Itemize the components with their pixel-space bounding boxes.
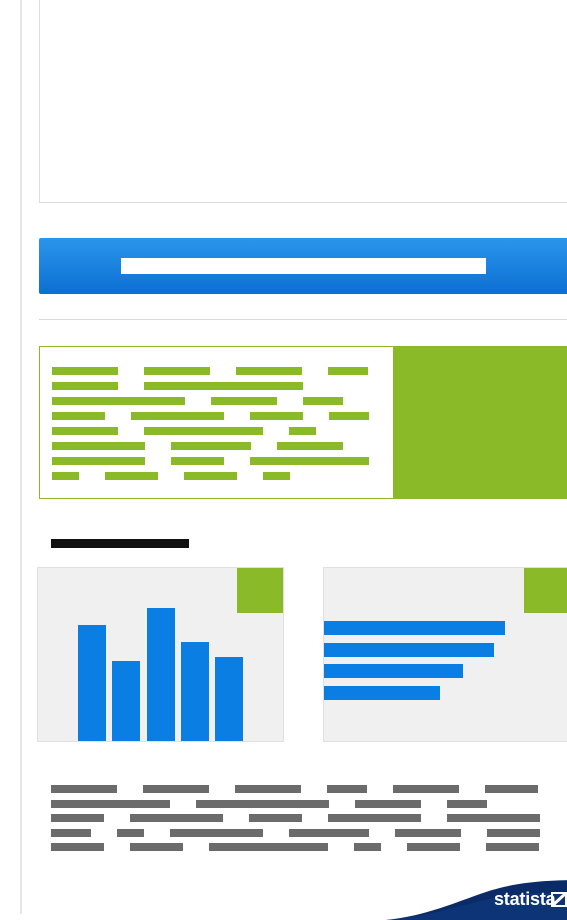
redacted-text-line: [51, 799, 170, 808]
redacted-text-line: [52, 442, 145, 450]
redacted-text-line: [263, 472, 290, 480]
redacted-text-line: [117, 828, 144, 837]
redacted-text-line: [289, 828, 369, 837]
chart-bar: [112, 661, 140, 741]
redacted-text-line: [144, 367, 210, 375]
chart-bar: [324, 686, 440, 700]
redacted-text-line: [447, 814, 540, 822]
redacted-text-line: [51, 785, 117, 793]
chart-card-horizontal[interactable]: [323, 567, 567, 742]
statista-logo-mark-icon: [551, 892, 567, 907]
section-heading: [51, 539, 189, 548]
redacted-text-line: [249, 814, 302, 822]
chart-card-vertical[interactable]: [37, 567, 284, 742]
redacted-text-line: [144, 427, 263, 435]
redacted-text-line: [209, 843, 328, 851]
chart-bar: [324, 621, 505, 635]
redacted-text-line: [328, 814, 421, 822]
chart-bar: [78, 625, 106, 741]
redacted-text-line: [393, 785, 459, 793]
redacted-text-line: [105, 472, 158, 480]
hero-image-frame: [39, 0, 567, 203]
chart-bar: [181, 642, 209, 741]
redacted-text-line: [235, 785, 301, 793]
redacted-text-line: [52, 412, 105, 420]
chart-bar: [215, 657, 243, 741]
section-divider: [39, 319, 567, 320]
page-left-rule: [20, 0, 22, 914]
cta-button-label: [121, 258, 486, 274]
redacted-text-line: [485, 785, 538, 793]
redacted-text-line: [486, 843, 539, 851]
redacted-text-line: [289, 427, 316, 435]
redacted-text-line: [51, 814, 104, 822]
redacted-text-line: [277, 442, 343, 450]
redacted-text-line: [52, 382, 118, 390]
redacted-text-line: [211, 397, 277, 405]
redacted-text-line: [196, 799, 329, 808]
redacted-text-line: [447, 799, 487, 808]
chart-bar: [324, 664, 463, 678]
chart-bar: [324, 643, 494, 657]
redacted-text-line: [131, 412, 224, 420]
statista-logo[interactable]: statista: [494, 889, 556, 910]
redacted-text-line: [52, 457, 145, 465]
cta-button[interactable]: [39, 238, 567, 294]
redacted-text-line: [184, 472, 237, 480]
redacted-text-line: [52, 427, 118, 435]
promo-box[interactable]: [39, 346, 567, 499]
redacted-text-line: [395, 828, 461, 837]
redacted-text-line: [355, 799, 421, 808]
redacted-text-line: [250, 457, 369, 465]
redacted-text-line: [130, 843, 183, 851]
redacted-text-line: [236, 367, 302, 375]
card-corner-badge: [237, 568, 283, 613]
redacted-text-line: [327, 785, 367, 793]
redacted-text-line: [51, 843, 104, 851]
redacted-text-line: [143, 785, 209, 793]
redacted-text-line: [354, 843, 381, 851]
chart-bar: [147, 608, 175, 741]
redacted-text-line: [130, 814, 223, 822]
redacted-text-line: [52, 367, 118, 375]
card-corner-badge: [524, 568, 567, 613]
redacted-text-line: [144, 382, 303, 390]
redacted-text-line: [329, 412, 369, 420]
redacted-text-line: [328, 367, 368, 375]
redacted-text-line: [52, 472, 79, 480]
redacted-text-line: [51, 828, 91, 837]
redacted-text-line: [407, 843, 460, 851]
promo-accent-block: [393, 346, 567, 499]
redacted-text-line: [250, 412, 303, 420]
redacted-text-line: [52, 397, 185, 405]
redacted-text-line: [171, 457, 224, 465]
redacted-text-line: [487, 828, 540, 837]
redacted-text-line: [171, 442, 251, 450]
redacted-text-line: [170, 828, 263, 837]
redacted-text-line: [303, 397, 343, 405]
